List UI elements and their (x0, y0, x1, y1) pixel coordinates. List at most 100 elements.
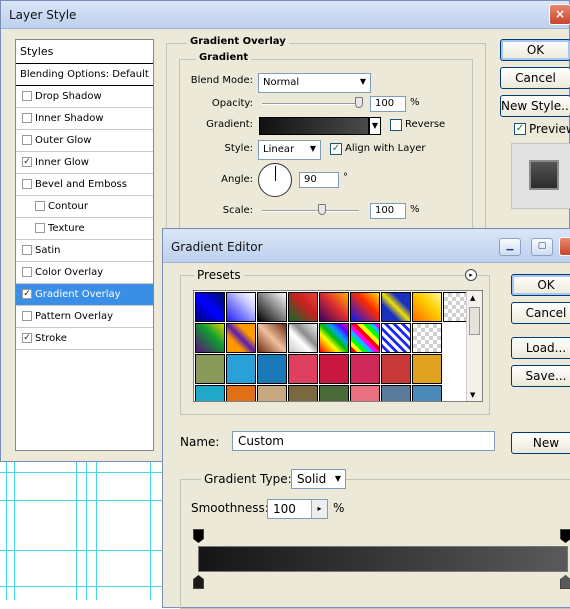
preset-swatch[interactable] (319, 354, 349, 384)
preset-swatch[interactable] (350, 292, 380, 322)
cancel-button[interactable]: Cancel (500, 67, 570, 89)
style-item-bevel-emboss[interactable]: Bevel and Emboss (16, 174, 153, 196)
styles-header[interactable]: Styles (16, 40, 153, 64)
new-style-button[interactable]: New Style... (500, 95, 570, 117)
style-item-contour[interactable]: Contour (16, 196, 153, 218)
scale-input[interactable]: 100 (370, 203, 406, 219)
style-item-label: Drop Shadow (35, 91, 102, 102)
preset-swatch[interactable] (226, 385, 256, 401)
style-checkbox[interactable]: ✓ (22, 333, 32, 343)
preset-swatch[interactable] (319, 323, 349, 353)
maximize-icon[interactable]: ▢ (531, 238, 553, 256)
preview-checkbox[interactable]: ✓ (514, 123, 526, 135)
style-item-inner-glow[interactable]: ✓ Inner Glow (16, 152, 153, 174)
layer-style-titlebar[interactable]: Layer Style × (1, 1, 570, 29)
preset-swatch[interactable] (319, 385, 349, 401)
preset-swatch[interactable] (195, 323, 225, 353)
style-checkbox[interactable] (22, 311, 32, 321)
ok-button[interactable]: OK (511, 274, 570, 296)
close-icon[interactable] (559, 237, 570, 256)
reverse-checkbox[interactable] (390, 119, 402, 131)
gradient-name-input[interactable]: Custom (232, 431, 495, 451)
ok-button[interactable]: OK (500, 39, 570, 61)
minimize-icon[interactable]: ▁ (499, 238, 521, 256)
preset-swatch[interactable] (319, 292, 349, 322)
style-checkbox[interactable] (22, 245, 32, 255)
save-button[interactable]: Save... (511, 365, 570, 387)
preset-swatch[interactable] (195, 354, 225, 384)
style-item-pattern-overlay[interactable]: Pattern Overlay (16, 306, 153, 328)
preset-swatch[interactable] (257, 323, 287, 353)
preset-swatch[interactable] (381, 354, 411, 384)
preset-swatch[interactable] (257, 385, 287, 401)
style-checkbox[interactable] (22, 113, 32, 123)
gradient-editor-titlebar[interactable]: Gradient Editor ▁ ▢ (163, 229, 570, 263)
opacity-input[interactable]: 100 (370, 96, 406, 112)
preset-swatch[interactable] (350, 354, 380, 384)
preset-swatch[interactable] (350, 385, 380, 401)
scroll-up-icon[interactable]: ▲ (470, 294, 475, 302)
style-select[interactable]: Linear ▼ (258, 140, 321, 160)
load-button[interactable]: Load... (511, 337, 570, 359)
gradient-bar[interactable] (198, 546, 568, 572)
blend-mode-select[interactable]: Normal ▼ (258, 73, 371, 93)
scroll-thumb[interactable] (469, 307, 480, 335)
new-button[interactable]: New (511, 432, 570, 454)
gradient-preview[interactable] (259, 117, 369, 135)
style-item-gradient-overlay[interactable]: ✓ Gradient Overlay (16, 284, 153, 306)
preset-swatch[interactable] (257, 292, 287, 322)
angle-input[interactable]: 90 (299, 172, 339, 188)
style-checkbox[interactable] (35, 201, 45, 211)
style-item-drop-shadow[interactable]: Drop Shadow (16, 86, 153, 108)
scale-label: Scale: (222, 205, 253, 216)
smoothness-arrow-icon[interactable]: ▸ (311, 500, 327, 518)
preset-swatch[interactable] (381, 385, 411, 401)
style-item-texture[interactable]: Texture (16, 218, 153, 240)
style-checkbox[interactable]: ✓ (22, 289, 32, 299)
dropdown-arrow-icon[interactable]: ▼ (369, 117, 381, 135)
scale-slider[interactable] (262, 210, 359, 212)
reverse-label: Reverse (405, 119, 446, 130)
scroll-down-icon[interactable]: ▼ (470, 391, 475, 399)
style-item-inner-shadow[interactable]: Inner Shadow (16, 108, 153, 130)
presets-menu-icon[interactable]: ▸ (465, 269, 477, 281)
preset-swatch[interactable] (350, 323, 380, 353)
preset-swatch[interactable] (257, 354, 287, 384)
presets-scrollbar[interactable]: ▲ ▼ (466, 291, 482, 401)
opacity-slider-thumb[interactable] (355, 97, 363, 108)
style-checkbox[interactable] (22, 267, 32, 277)
preset-swatch[interactable] (412, 292, 442, 322)
preset-swatch[interactable] (226, 323, 256, 353)
preset-swatch[interactable] (288, 292, 318, 322)
preset-swatch[interactable] (412, 385, 442, 401)
preset-swatch[interactable] (412, 323, 442, 353)
style-checkbox[interactable] (22, 91, 32, 101)
scale-slider-thumb[interactable] (318, 204, 326, 215)
preset-swatch[interactable] (195, 292, 225, 322)
opacity-slider[interactable] (262, 103, 362, 105)
style-checkbox[interactable]: ✓ (22, 157, 32, 167)
style-item-color-overlay[interactable]: Color Overlay (16, 262, 153, 284)
preset-swatch[interactable] (288, 354, 318, 384)
preset-swatch[interactable] (226, 354, 256, 384)
style-item-blending-options[interactable]: Blending Options: Default (16, 64, 153, 86)
style-checkbox[interactable] (35, 223, 45, 233)
style-item-outer-glow[interactable]: Outer Glow (16, 130, 153, 152)
preset-swatch[interactable] (195, 385, 225, 401)
gradient-type-select[interactable]: Solid ▼ (291, 469, 346, 489)
preset-swatch[interactable] (288, 323, 318, 353)
style-checkbox[interactable] (22, 179, 32, 189)
preset-swatch[interactable] (288, 385, 318, 401)
preset-swatch[interactable] (381, 323, 411, 353)
smoothness-input[interactable]: 100 ▸ (267, 499, 328, 519)
align-with-layer-checkbox[interactable]: ✓ (330, 143, 342, 155)
style-item-satin[interactable]: Satin (16, 240, 153, 262)
preset-swatch[interactable] (226, 292, 256, 322)
close-icon[interactable]: × (549, 4, 570, 25)
preset-swatch[interactable] (412, 354, 442, 384)
style-item-stroke[interactable]: ✓ Stroke (16, 328, 153, 350)
angle-dial[interactable] (258, 163, 292, 197)
cancel-button[interactable]: Cancel (511, 302, 570, 324)
style-checkbox[interactable] (22, 135, 32, 145)
preset-swatch[interactable] (381, 292, 411, 322)
